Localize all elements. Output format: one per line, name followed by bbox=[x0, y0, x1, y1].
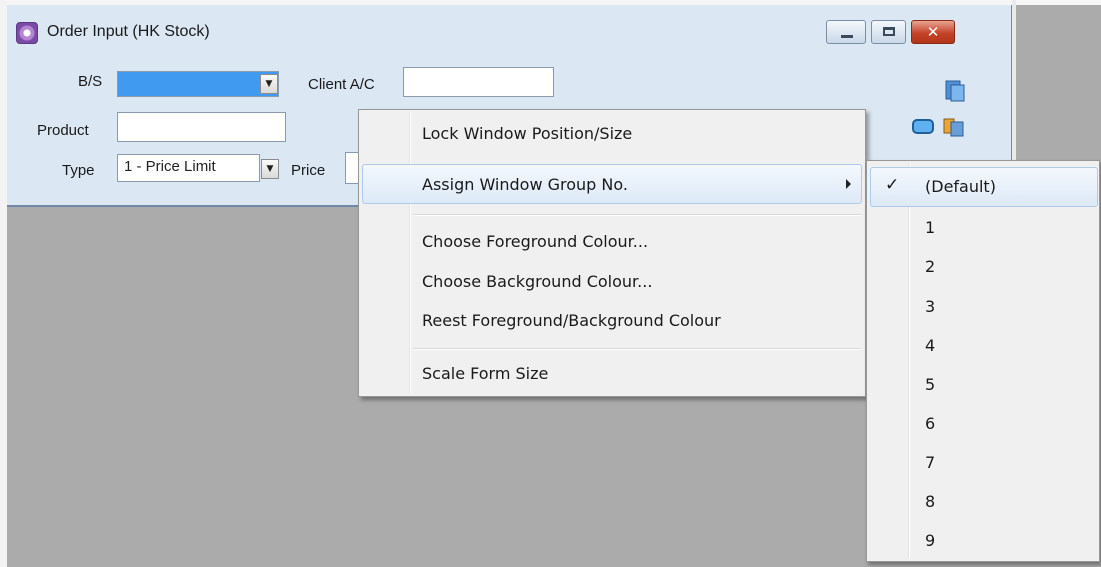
minimize-button[interactable] bbox=[826, 20, 866, 44]
app-gear-icon bbox=[16, 22, 38, 44]
menu-item-scale-form[interactable]: Scale Form Size bbox=[422, 364, 548, 383]
submenu-item-1[interactable]: 1 bbox=[925, 218, 935, 237]
close-icon: ✕ bbox=[926, 23, 940, 41]
type-dropdown-button[interactable]: ▼ bbox=[261, 159, 279, 179]
product-label: Product bbox=[37, 122, 89, 139]
window-title: Order Input (HK Stock) bbox=[47, 23, 210, 40]
submenu-item-default[interactable]: (Default) bbox=[925, 177, 996, 196]
price-label: Price bbox=[291, 162, 326, 179]
group-submenu: ✓ (Default) 1 2 3 4 5 6 7 8 9 bbox=[866, 160, 1100, 562]
bs-dropdown-button[interactable]: ▼ bbox=[260, 74, 278, 94]
menu-item-background-colour[interactable]: Choose Background Colour... bbox=[422, 272, 652, 291]
bs-select[interactable] bbox=[117, 71, 279, 97]
minimize-icon bbox=[841, 35, 853, 38]
type-select[interactable]: 1 - Price Limit bbox=[117, 154, 260, 182]
submenu-item-6[interactable]: 6 bbox=[925, 414, 935, 433]
client-ac-input[interactable] bbox=[403, 67, 554, 97]
desktop-edge-left bbox=[0, 0, 7, 567]
document-icon[interactable] bbox=[943, 80, 967, 102]
monitor-icon[interactable] bbox=[911, 116, 935, 138]
maximize-button[interactable] bbox=[871, 20, 906, 44]
product-input[interactable] bbox=[117, 112, 286, 142]
check-icon: ✓ bbox=[885, 175, 900, 195]
menu-separator bbox=[413, 214, 861, 216]
submenu-item-8[interactable]: 8 bbox=[925, 492, 935, 511]
submenu-item-5[interactable]: 5 bbox=[925, 375, 935, 394]
group-users-icon[interactable] bbox=[942, 116, 966, 138]
type-value: 1 - Price Limit bbox=[124, 158, 216, 175]
menu-item-lock-window[interactable]: Lock Window Position/Size bbox=[422, 124, 632, 143]
submenu-gutter bbox=[908, 163, 910, 559]
submenu-item-4[interactable]: 4 bbox=[925, 336, 935, 355]
bs-label: B/S bbox=[78, 73, 103, 90]
menu-separator bbox=[413, 348, 861, 350]
menu-item-reset-colour[interactable]: Reest Foreground/Background Colour bbox=[422, 311, 721, 330]
menu-item-assign-group[interactable]: Assign Window Group No. bbox=[422, 175, 628, 194]
maximize-icon bbox=[883, 27, 895, 36]
close-button[interactable]: ✕ bbox=[911, 20, 955, 44]
submenu-item-7[interactable]: 7 bbox=[925, 453, 935, 472]
submenu-item-3[interactable]: 3 bbox=[925, 297, 935, 316]
context-menu: Lock Window Position/Size Assign Window … bbox=[358, 109, 866, 397]
submenu-item-2[interactable]: 2 bbox=[925, 257, 935, 276]
title-bar[interactable]: Order Input (HK Stock) ✕ bbox=[7, 5, 1010, 53]
menu-item-foreground-colour[interactable]: Choose Foreground Colour... bbox=[422, 232, 648, 251]
client-ac-label: Client A/C bbox=[308, 76, 375, 93]
type-label: Type bbox=[62, 162, 95, 179]
submenu-arrow-icon bbox=[846, 179, 851, 189]
menu-gutter bbox=[409, 112, 411, 394]
submenu-item-9[interactable]: 9 bbox=[925, 531, 935, 550]
